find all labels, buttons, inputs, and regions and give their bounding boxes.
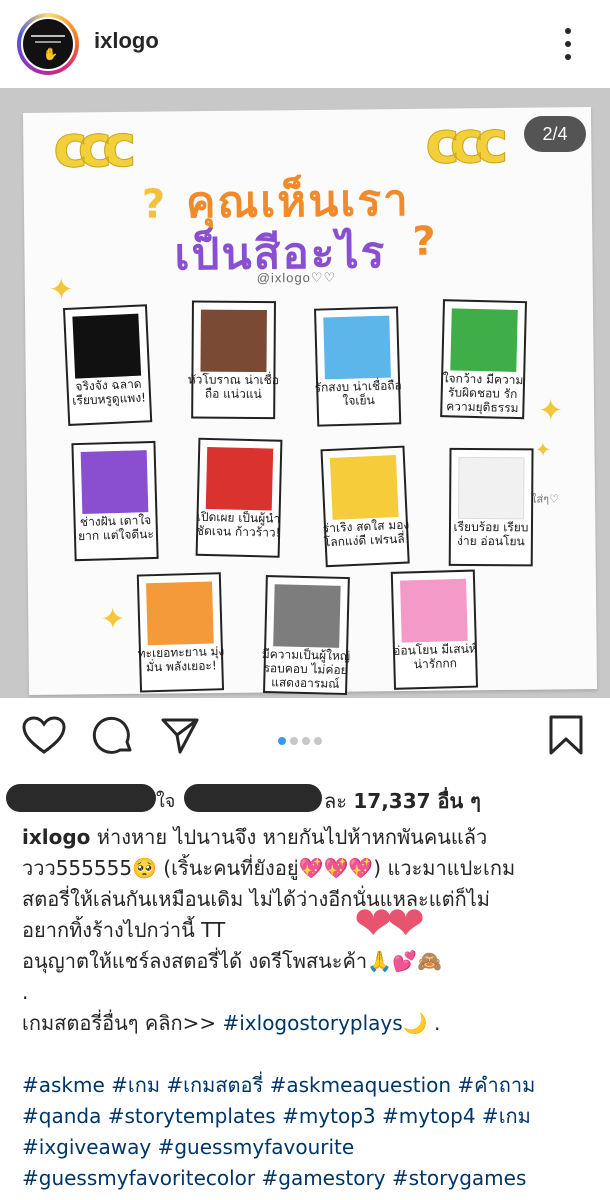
caption-username[interactable]: ixlogo: [22, 825, 90, 849]
caption-line: .: [22, 980, 29, 1004]
color-card-brown: หัวโบราณ น่าเชื่อถือ แน่วแน่: [188, 300, 279, 420]
color-swatch: [329, 454, 399, 520]
caption-text: (เริ้นะคนที่ยังอยู่: [156, 856, 299, 880]
color-caption: รักสงบ น่าเชื่อถือ ใจเย็น: [314, 378, 402, 408]
color-card-green: ใจกว้าง มีความรับผิดชอบ รักความยุติธรรม: [440, 299, 528, 420]
hashtags-line[interactable]: #ixgiveaway #guessmyfavourite: [22, 1132, 592, 1163]
hashtags-line[interactable]: #askme #เกม #เกมสตอรี่ #askmeaquestion #…: [22, 1070, 592, 1101]
avatar-text-line: [35, 41, 61, 43]
color-swatch: [200, 309, 267, 373]
color-caption: หัวโบราณ น่าเชื่อถือ แน่วแน่: [187, 372, 280, 401]
color-caption: ช่างฝัน เดาใจยาก แต่ใจดีนะ: [77, 513, 155, 544]
double-tap-hearts-overlay: ❤❤: [354, 896, 425, 950]
color-swatch: [323, 315, 391, 380]
carousel-dots: [278, 732, 326, 750]
caption-line: อยากทิ้งร้างไปกว่านี้ TT: [22, 918, 226, 942]
hashtags-line[interactable]: #qanda #storytemplates #mytop3 #mytop4 #…: [22, 1101, 592, 1132]
send-icon[interactable]: [160, 716, 200, 756]
color-swatch: [205, 446, 274, 511]
carousel-dot: [314, 737, 322, 745]
hashtags-line[interactable]: #guessmyfavoritecolor #gamestory #storyg…: [22, 1163, 592, 1194]
sparkling-heart-icon: 💖💖💖: [298, 856, 374, 880]
color-swatch: [458, 456, 525, 520]
sparkle-icon: ✦: [48, 272, 75, 308]
color-swatch: [273, 584, 341, 648]
color-card-blue: รักสงบ น่าเชื่อถือ ใจเย็น: [314, 306, 402, 427]
deco-balloons-left: ccc: [52, 111, 127, 181]
hashtag-link[interactable]: #ixlogostoryplays: [222, 1011, 402, 1035]
color-swatch: [146, 581, 214, 646]
color-card-pink: อ่อนโยน มีเสน่ห์ น่ารักกก: [390, 569, 479, 690]
likes-row[interactable]: ใจ ละ 17,337 อื่น ๆ: [0, 776, 610, 820]
moon-icon: 🌙: [402, 1011, 428, 1035]
redacted-block: [184, 784, 322, 812]
heart-icon[interactable]: [22, 716, 66, 756]
post-image[interactable]: ccc ccc ? คุณเห็นเรา เป็นสีอะไร ? @ixlog…: [0, 88, 610, 698]
likes-others: อื่น ๆ: [430, 789, 481, 813]
likes-fragment: ใจ: [156, 791, 176, 812]
caption-text: ววว555555: [22, 856, 133, 880]
color-caption: อ่อนโยน มีเสน่ห์ น่ารักกก: [392, 641, 477, 672]
caption-text: ) แวะมาแปะเกม: [373, 856, 516, 880]
likes-suffix: ละ: [324, 789, 354, 813]
caption-line: เกมสตอรี่อื่นๆ คลิก>> #ixlogostoryplays🌙…: [22, 1008, 592, 1039]
carousel-dot: [290, 737, 298, 745]
color-card-orange: ทะเยอทะยาน มุ่งมั่น พลังเยอะ!: [136, 572, 224, 693]
sparkle-icon: ✦: [534, 437, 552, 462]
more-vertical-icon[interactable]: [558, 26, 578, 62]
color-caption: เปิดเผย เป็นผู้นำ ชัดเจน ก้าวร้าว!: [195, 509, 281, 540]
color-caption: ทะเยอทะยาน มุ่งมั่น พลังเยอะ!: [137, 644, 225, 675]
color-card-yellow: ร่าเริง สดใส มองโลกแง่ดี เฟรนลี่!: [320, 445, 410, 568]
post-caption: ixlogo ห่างหาย ไปนานจึง หายกันไปห้าหกพัน…: [22, 822, 592, 1194]
question-mark-deco: ?: [141, 181, 166, 228]
color-swatch: [72, 313, 142, 379]
sparkle-icon: ✦: [100, 601, 126, 638]
avatar-text-line: [31, 35, 65, 37]
sparkle-icon: ✦: [537, 393, 564, 429]
emoji-icons: 🙏💕🙈: [367, 949, 442, 973]
color-swatch: [80, 450, 149, 514]
side-note: ใส่ๆ♡: [530, 493, 559, 506]
color-card-purple: ช่างฝัน เดาใจยาก แต่ใจดีนะ: [71, 440, 159, 562]
pleading-emoji-icon: 🥺: [132, 856, 157, 880]
question-mark-deco: ?: [412, 218, 436, 265]
caption-line: สตอรี่ให้เล่นกันเหมือนเดิม ไม่ได้ว่างอีก…: [22, 887, 490, 911]
carousel-dot: [302, 737, 310, 745]
color-caption: ร่าเริง สดใส มองโลกแง่ดี เฟรนลี่!: [322, 517, 410, 550]
caption-text: ห่างหาย ไปนานจึง หายกันไปห้าหกพันคนแล้ว: [90, 825, 488, 849]
color-card-gray: มีความเป็นผู้ใหญ่ รอบคอบ ไม่ค่อยแสดงอารม…: [262, 575, 350, 696]
image-handle-tag: @ixlogo♡♡: [256, 269, 337, 286]
color-swatch: [400, 578, 468, 643]
caption-text: เกมสตอรี่อื่นๆ คลิก>>: [22, 1011, 223, 1035]
caption-line: ววว555555🥺 (เริ้นะคนที่ยังอยู่💖💖💖) แวะมา…: [22, 853, 592, 884]
color-swatch: [450, 308, 518, 372]
redacted-block: [6, 784, 156, 812]
deco-balloons-right: ccc: [424, 108, 499, 178]
avatar-image: ✋: [21, 17, 75, 71]
color-card-white: เรียบร้อย เรียบง่าย อ่อนโยน: [448, 447, 534, 567]
color-card-red: เปิดเผย เป็นผู้นำ ชัดเจน ก้าวร้าว!: [195, 437, 283, 558]
color-caption: มีความเป็นผู้ใหญ่ รอบคอบ ไม่ค่อยแสดงอารม…: [261, 646, 351, 691]
caption-line: ixlogo ห่างหาย ไปนานจึง หายกันไปห้าหกพัน…: [22, 822, 592, 853]
paper-sheet: ccc ccc ? คุณเห็นเรา เป็นสีอะไร ? @ixlog…: [22, 107, 598, 696]
post-username[interactable]: ixlogo: [94, 28, 159, 54]
post-header: ✋ ixlogo: [0, 0, 610, 88]
carousel-dot: [278, 737, 286, 745]
comment-icon[interactable]: [92, 716, 134, 758]
color-caption: ใจกว้าง มีความรับผิดชอบ รักความยุติธรรม: [442, 371, 524, 416]
color-card-black: จริงจัง ฉลาด เรียบหรูดูแพง!: [62, 304, 153, 426]
likes-count-text[interactable]: ละ 17,337 อื่น ๆ: [324, 785, 481, 817]
caption-text: อนุญาตให้แชร์ลงสตอรี่ได้ งดรีโพสนะค้า: [22, 949, 368, 973]
hand-icon: ✋: [43, 47, 58, 61]
color-caption: เรียบร้อย เรียบง่าย อ่อนโยน: [453, 519, 529, 549]
color-caption: จริงจัง ฉลาด เรียบหรูดูแพง!: [72, 376, 147, 408]
caption-text: .: [427, 1011, 441, 1035]
carousel-page-indicator: 2/4: [524, 116, 586, 152]
likes-count: 17,337: [353, 789, 431, 813]
profile-avatar[interactable]: ✋: [17, 13, 79, 75]
caption-line: อนุญาตให้แชร์ลงสตอรี่ได้ งดรีโพสนะค้า🙏💕🙈: [22, 946, 592, 977]
bookmark-icon[interactable]: [548, 714, 584, 756]
